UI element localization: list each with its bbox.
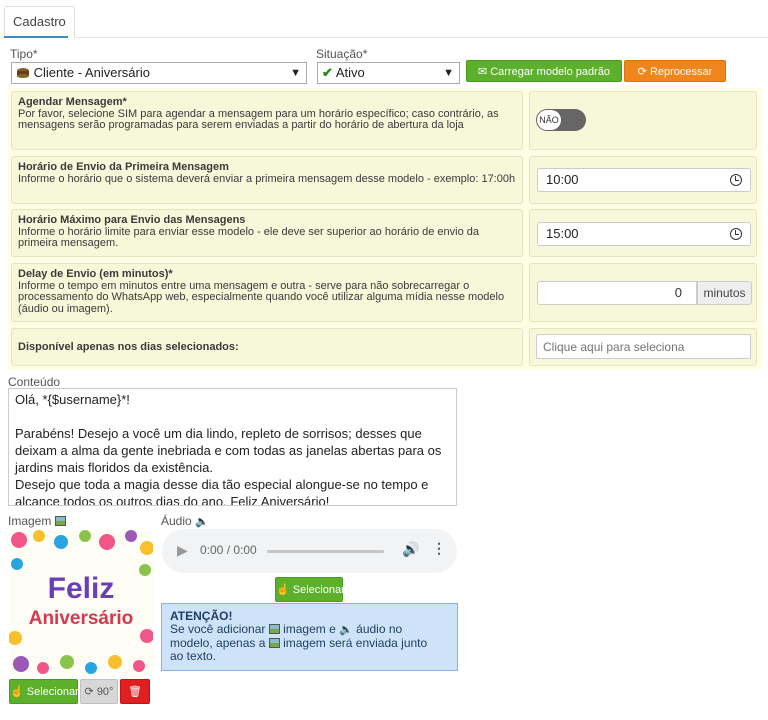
audio-label: Áudio 🔈 — [161, 514, 209, 528]
reprocess-label: Reprocessar — [649, 66, 713, 78]
toggle-knob: NÃO — [537, 110, 561, 130]
delay-value: 0 — [674, 285, 682, 300]
delete-image-button[interactable]: 🗑 — [120, 679, 150, 704]
rotate-icon: ⟳ — [84, 686, 94, 698]
tipo-value: Cliente - Aniversário — [33, 65, 150, 80]
flower-decoration — [37, 662, 49, 674]
flower-decoration — [139, 564, 151, 576]
audio-label-text: Áudio — [161, 514, 192, 528]
first-time-title: Horário de Envio da Primeira Mensagem — [18, 161, 229, 173]
max-time-value: 15:00 — [546, 226, 579, 241]
notice-line-3: ao texto. — [170, 649, 217, 663]
max-time-description: Horário Máximo para Envio das Mensagens … — [11, 209, 523, 257]
tab-active-indicator — [4, 36, 68, 38]
audio-select-button[interactable]: ☝ Selecionar — [275, 577, 345, 602]
hand-pointer-icon: ☝ — [276, 584, 290, 596]
delay-description: Delay de Envio (em minutos)* Informe o t… — [11, 263, 523, 322]
tab-label: Cadastro — [13, 14, 66, 29]
picture-icon — [54, 516, 66, 526]
audio-progress-track[interactable] — [267, 550, 384, 553]
hand-pointer-icon: ☝ — [10, 686, 24, 698]
rotate-label: 90° — [96, 686, 114, 698]
first-time-text: Informe o horário que o sistema deverá e… — [18, 172, 516, 185]
flower-decoration — [125, 530, 137, 542]
situacao-select[interactable]: ✔ Ativo ▼ — [317, 62, 460, 84]
content-label: Conteúdo — [8, 375, 61, 389]
flower-decoration — [85, 662, 97, 674]
situacao-label: Situação* — [316, 47, 368, 61]
max-time-title: Horário Máximo para Envio das Mensagens — [18, 214, 246, 226]
flower-decoration — [133, 660, 145, 672]
first-time-input[interactable]: 10:00 — [537, 168, 751, 192]
content-textarea[interactable]: Olá, *{$username}*! Parabéns! Desejo a v… — [8, 388, 457, 506]
max-time-text: Informe o horário limite para enviar ess… — [18, 225, 480, 249]
notice-text: imagem e — [283, 622, 336, 636]
birthday-card-image: Feliz Aniversário — [9, 530, 153, 674]
flower-decoration — [79, 530, 91, 542]
schedule-toggle[interactable]: NÃO — [536, 109, 586, 131]
flower-decoration — [13, 656, 29, 672]
flower-decoration — [60, 655, 74, 669]
days-title: Disponível apenas nos dias selecionados: — [18, 341, 239, 353]
load-default-label: Carregar modelo padrão — [490, 66, 611, 78]
first-time-value: 10:00 — [546, 172, 579, 187]
reprocess-button[interactable]: ⟳ Reprocessar — [624, 60, 726, 82]
notice-text: áudio no — [356, 622, 403, 636]
flower-decoration — [99, 534, 115, 550]
tab-bar — [0, 0, 768, 38]
tipo-select[interactable]: Cliente - Aniversário ▼ — [11, 62, 307, 84]
schedule-title: Agendar Mensagem* — [18, 96, 127, 108]
situacao-value: Ativo — [335, 65, 365, 80]
card-line-1: Feliz — [48, 572, 115, 605]
notice-line-1: Se você adicionar imagem e 🔈 áudio no — [170, 623, 449, 637]
play-icon[interactable]: ▶ — [177, 542, 188, 559]
schedule-description: Agendar Mensagem* Por favor, selecione S… — [11, 91, 523, 150]
notice-text: modelo, apenas a — [170, 636, 266, 650]
days-selector-input[interactable] — [536, 334, 751, 359]
delay-unit-addon: minutos — [697, 281, 752, 305]
card-line-2: Aniversário — [29, 608, 134, 629]
more-options-icon[interactable]: ⋮ — [432, 540, 446, 557]
audio-player[interactable]: ▶ 0:00 / 0:00 🔊 ⋮ — [162, 529, 457, 573]
days-description: Disponível apenas nos dias selecionados: — [11, 328, 523, 366]
tipo-label: Tipo* — [10, 47, 38, 61]
audio-time: 0:00 / 0:00 — [200, 543, 257, 557]
delay-text: Informe o tempo em minutos entre uma men… — [18, 279, 505, 315]
tab-cadastro[interactable]: Cadastro — [4, 6, 75, 38]
flower-decoration — [11, 532, 27, 548]
check-icon: ✔ — [322, 65, 333, 80]
chevron-down-icon: ▼ — [290, 67, 301, 79]
image-select-label: Selecionar — [26, 686, 79, 698]
image-label-text: Imagem — [8, 514, 52, 528]
schedule-text: Por favor, selecione SIM para agendar a … — [18, 107, 499, 131]
speaker-icon: 🔈 — [195, 516, 209, 528]
clock-icon[interactable] — [730, 174, 742, 186]
refresh-icon: ⟳ — [637, 66, 647, 78]
trash-icon: 🗑 — [128, 686, 142, 698]
flower-decoration — [54, 535, 68, 549]
envelope-icon: ✉ — [477, 66, 488, 78]
max-time-input[interactable]: 15:00 — [537, 222, 751, 246]
first-time-description: Horário de Envio da Primeira Mensagem In… — [11, 156, 523, 204]
flower-decoration — [11, 558, 23, 570]
rotate-button[interactable]: ⟳ 90° — [80, 679, 118, 704]
cake-icon — [17, 68, 29, 78]
attention-notice: ATENÇÃO! Se você adicionar imagem e 🔈 áu… — [161, 603, 458, 671]
picture-icon — [268, 624, 280, 634]
flower-decoration — [108, 655, 122, 669]
volume-icon[interactable]: 🔊 — [402, 541, 419, 558]
image-select-button[interactable]: ☝ Selecionar — [9, 679, 79, 704]
delay-title: Delay de Envio (em minutos)* — [18, 268, 173, 280]
clock-icon[interactable] — [730, 228, 742, 240]
notice-text: imagem será enviada junto — [283, 636, 428, 650]
image-label: Imagem — [8, 514, 66, 528]
chevron-down-icon: ▼ — [443, 67, 454, 79]
audio-select-label: Selecionar — [292, 584, 345, 596]
load-default-button[interactable]: ✉ Carregar modelo padrão — [466, 60, 622, 82]
picture-icon — [268, 638, 280, 648]
delay-input[interactable]: 0 — [537, 281, 697, 305]
flower-decoration — [33, 530, 45, 542]
notice-text: Se você adicionar — [170, 622, 266, 636]
